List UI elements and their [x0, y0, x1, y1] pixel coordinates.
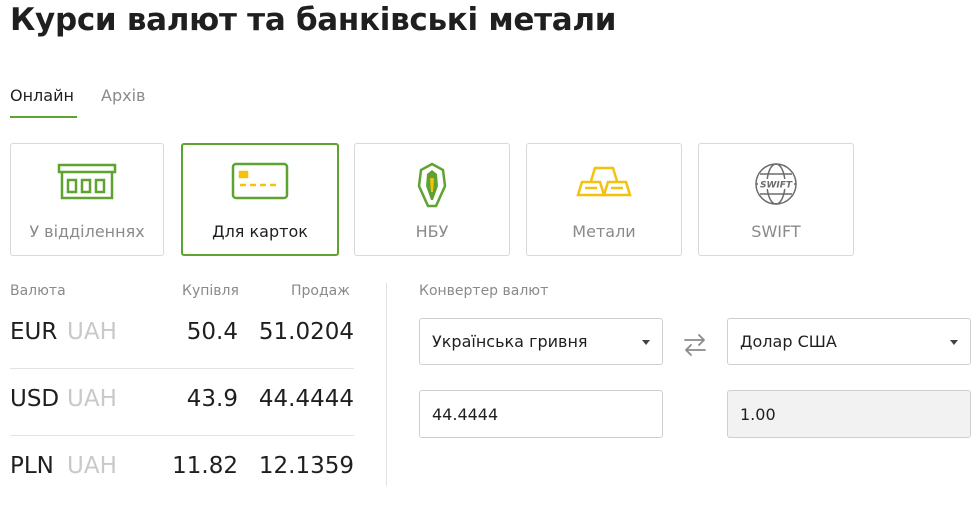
- tab-online[interactable]: Онлайн: [10, 86, 74, 105]
- category-cards[interactable]: Для карток: [181, 143, 339, 256]
- rate-row: USD UAH 43.9 44.4444: [10, 372, 354, 439]
- to-amount-input[interactable]: [727, 390, 971, 438]
- column-header-sell: Продаж: [291, 283, 350, 299]
- currency-code: PLN: [10, 453, 54, 479]
- category-label: НБУ: [415, 222, 449, 241]
- category-label: Для карток: [212, 222, 308, 241]
- category-nbu[interactable]: НБУ: [354, 143, 510, 256]
- sell-rate: 12.1359: [258, 453, 354, 479]
- category-label: У відділеннях: [29, 222, 145, 241]
- column-header-currency: Валюта: [10, 283, 66, 299]
- page-title: Курси валют та банківські метали: [10, 2, 617, 38]
- nbu-icon: [417, 162, 447, 208]
- to-currency-value: Долар США: [740, 332, 837, 351]
- base-currency: UAH: [67, 319, 117, 345]
- chevron-down-icon: [950, 340, 958, 345]
- rate-row: EUR UAH 50.4 51.0204: [10, 305, 354, 372]
- row-divider: [10, 368, 354, 369]
- swift-icon: SWIFT: [755, 163, 797, 205]
- sell-rate: 44.4444: [258, 386, 354, 412]
- rate-row: PLN UAH 11.82 12.1359: [10, 439, 354, 506]
- currency-code: EUR: [10, 319, 58, 345]
- buy-rate: 50.4: [186, 319, 238, 345]
- column-header-buy: Купівля: [182, 283, 239, 299]
- section-divider: [386, 283, 387, 486]
- sell-rate: 51.0204: [258, 319, 354, 345]
- converter-title: Конвертер валют: [419, 283, 549, 299]
- category-label: Метали: [572, 222, 636, 241]
- category-label: SWIFT: [751, 222, 801, 241]
- tab-archive[interactable]: Архів: [101, 86, 145, 105]
- card-icon: [231, 162, 289, 200]
- category-swift[interactable]: SWIFT SWIFT: [698, 143, 854, 256]
- base-currency: UAH: [67, 453, 117, 479]
- metal-bars-icon: [576, 166, 632, 197]
- currency-code: USD: [10, 386, 60, 412]
- category-branches[interactable]: У відділеннях: [10, 143, 164, 256]
- base-currency: UAH: [67, 386, 117, 412]
- active-tab-indicator: [10, 116, 77, 118]
- from-amount-input[interactable]: [419, 390, 663, 438]
- svg-text:SWIFT: SWIFT: [760, 181, 793, 191]
- buy-rate: 43.9: [186, 386, 238, 412]
- chevron-down-icon: [642, 340, 650, 345]
- row-divider: [10, 435, 354, 436]
- buy-rate: 11.82: [172, 453, 238, 479]
- branch-icon: [57, 163, 117, 200]
- swap-currencies-icon[interactable]: [682, 332, 708, 358]
- from-currency-value: Українська гривня: [432, 332, 588, 351]
- from-currency-select[interactable]: Українська гривня: [419, 318, 663, 365]
- category-metals[interactable]: Метали: [526, 143, 682, 256]
- to-currency-select[interactable]: Долар США: [727, 318, 971, 365]
